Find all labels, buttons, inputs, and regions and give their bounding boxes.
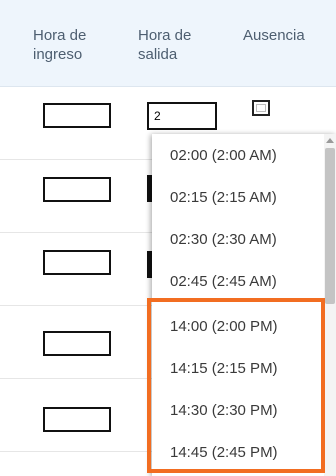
- column-header-entry-time: Hora de ingreso: [33, 27, 87, 63]
- entry-time-field[interactable]: [43, 331, 111, 356]
- dropdown-option[interactable]: 14:30 (2:30 PM): [170, 402, 278, 419]
- scrollbar-thumb[interactable]: [325, 148, 335, 304]
- dropdown-option[interactable]: 14:45 (2:45 PM): [170, 444, 278, 461]
- table-header: Hora de ingreso Hora de salida Ausencia: [0, 0, 336, 87]
- column-header-absence: Ausencia: [243, 27, 305, 44]
- dropdown-option[interactable]: 02:45 (2:45 AM): [170, 273, 277, 290]
- entry-time-field[interactable]: [43, 407, 111, 432]
- time-options-dropdown: 02:00 (2:00 AM) 02:15 (2:15 AM) 02:30 (2…: [152, 134, 336, 476]
- dropdown-option[interactable]: 14:15 (2:15 PM): [170, 360, 278, 377]
- dropdown-option[interactable]: 02:30 (2:30 AM): [170, 231, 277, 248]
- chevron-up-icon[interactable]: [326, 138, 334, 143]
- exit-time-input[interactable]: [147, 102, 217, 130]
- dropdown-option[interactable]: 14:00 (2:00 PM): [170, 318, 278, 335]
- column-header-exit-time: Hora de salida: [138, 27, 192, 63]
- absence-checkbox[interactable]: [252, 100, 270, 116]
- dropdown-option[interactable]: 02:00 (2:00 AM): [170, 147, 277, 164]
- dropdown-option[interactable]: 02:15 (2:15 AM): [170, 189, 277, 206]
- entry-time-field[interactable]: [43, 177, 111, 202]
- dropdown-scrollbar[interactable]: [324, 134, 336, 476]
- entry-time-field[interactable]: [43, 250, 111, 275]
- entry-time-field[interactable]: [43, 103, 111, 128]
